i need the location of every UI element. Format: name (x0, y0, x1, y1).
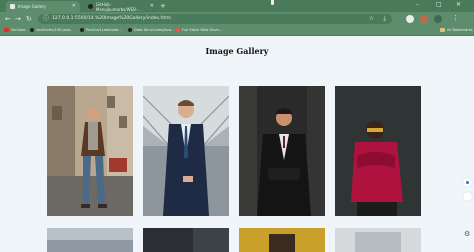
bookmark-label: Full Stack Web Deve... (182, 28, 223, 32)
sidebar-icon[interactable] (434, 15, 442, 23)
browser-tab-bar: Image Gallery ✕ GitHub - Manojkumarbs/WE… (0, 0, 474, 12)
browser-toolbar: ← → ↻ ⓘ 127.0.0.1:5500/14.%20Image%20Gal… (0, 12, 474, 26)
gallery-image[interactable] (335, 86, 421, 216)
window-drag-handle[interactable] (271, 0, 274, 5)
bookmark-youtube[interactable]: YouTube (4, 28, 26, 32)
profile-avatar[interactable] (420, 15, 428, 23)
bookmark-label: Pavitra/1Leetcode... (86, 28, 122, 32)
bookmark-label: vedCoder/100 Java... (36, 28, 74, 32)
bookmark-star-icon[interactable]: ☆ (369, 15, 374, 23)
close-tab-icon[interactable]: ✕ (150, 4, 154, 9)
tab-title: GitHub - Manojkumarbs/WEB-... (95, 1, 142, 12)
tab-github[interactable]: GitHub - Manojkumarbs/WEB-... ✕ (84, 1, 158, 12)
address-text[interactable]: 127.0.0.1:5500/14.%20Image%20Gallery/ind… (52, 16, 171, 22)
side-panel-add-icon[interactable] (463, 192, 472, 201)
github-icon (80, 28, 84, 32)
reload-icon[interactable]: ↻ (26, 15, 32, 23)
youtube-icon (4, 28, 9, 32)
gallery-image[interactable] (47, 228, 133, 252)
address-bar[interactable]: ⓘ 127.0.0.1:5500/14.%20Image%20Gallery/i… (38, 14, 392, 24)
bookmark-item[interactable]: vedCoder/100 Java... (30, 28, 74, 32)
github-icon (30, 28, 34, 32)
menu-dots-icon[interactable]: ⋮ (452, 14, 459, 22)
site-info-icon[interactable]: ⓘ (43, 15, 49, 23)
bookmark-label: YouTube (11, 28, 26, 32)
settings-gear-icon[interactable]: ⚙ (464, 230, 470, 238)
gallery-image[interactable] (239, 228, 325, 252)
close-tab-icon[interactable]: ✕ (72, 4, 76, 9)
bookmarks-bar: YouTube vedCoder/100 Java... Pavitra/1Le… (0, 26, 474, 36)
bookmark-item[interactable]: Pavitra/1Leetcode... (80, 28, 122, 32)
bookmark-label: All Bookmarks (447, 28, 473, 32)
github-icon (128, 28, 132, 32)
all-bookmarks-folder[interactable]: All Bookmarks (440, 28, 473, 32)
tab-title: Image Gallery (18, 4, 47, 9)
side-panel-search-icon[interactable] (463, 178, 472, 187)
folder-icon (440, 28, 445, 32)
page-favicon-icon (10, 4, 15, 9)
maximize-button[interactable]: □ (436, 1, 442, 9)
download-icon[interactable]: ⤓ (383, 15, 386, 23)
tab-image-gallery[interactable]: Image Gallery ✕ (6, 1, 80, 12)
back-arrow-icon[interactable]: ← (5, 15, 11, 23)
page-title: Image Gallery (205, 46, 269, 56)
bookmark-item[interactable]: Full Stack Web Deve... (176, 28, 222, 32)
gallery-image[interactable] (239, 86, 325, 216)
gallery-image[interactable] (47, 86, 133, 216)
bookmark-label: Data Structures/Java... (134, 28, 175, 32)
forward-arrow-icon[interactable]: → (15, 15, 21, 23)
bookmark-favicon-icon (176, 28, 180, 32)
extensions-icon[interactable] (406, 15, 414, 23)
new-tab-button[interactable]: + (160, 2, 166, 10)
github-icon (88, 4, 93, 9)
gallery-image[interactable] (335, 228, 421, 252)
minimize-button[interactable]: – (416, 1, 419, 9)
gallery-image[interactable] (143, 86, 229, 216)
gallery-image[interactable] (143, 228, 229, 252)
close-window-button[interactable]: ✕ (456, 1, 461, 9)
bookmark-item[interactable]: Data Structures/Java... (128, 28, 175, 32)
